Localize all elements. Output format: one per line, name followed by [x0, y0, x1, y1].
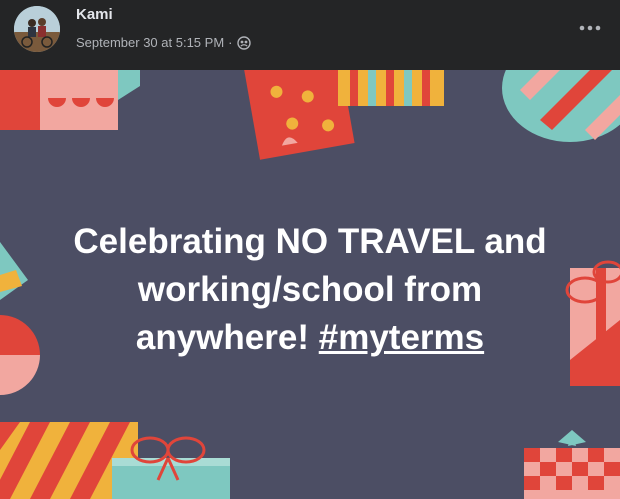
friends-icon[interactable] [236, 35, 251, 50]
meta-separator: · [228, 35, 233, 50]
post-card: Kami September 30 at 5:15 PM · Celebrati… [0, 0, 620, 499]
author-avatar[interactable] [14, 6, 60, 52]
caption-line-1: Celebrating NO TRAVEL and [73, 222, 547, 261]
caption-line-2: working/school from [137, 270, 483, 309]
post-meta: September 30 at 5:15 PM · [76, 35, 251, 50]
post-caption: Celebrating NO TRAVEL and working/school… [0, 218, 620, 362]
author-name[interactable]: Kami [76, 6, 113, 23]
post-timestamp[interactable]: September 30 at 5:15 PM [76, 35, 224, 50]
hashtag-link[interactable]: #myterms [319, 318, 484, 357]
post-header: Kami September 30 at 5:15 PM · [0, 0, 620, 70]
post-image[interactable]: Celebrating NO TRAVEL and working/school… [0, 70, 620, 499]
caption-line-3-text: anywhere! [135, 318, 319, 357]
caption-line-3: anywhere! #myterms [0, 314, 620, 362]
more-options-icon [579, 25, 601, 31]
more-options-button[interactable] [576, 16, 604, 40]
